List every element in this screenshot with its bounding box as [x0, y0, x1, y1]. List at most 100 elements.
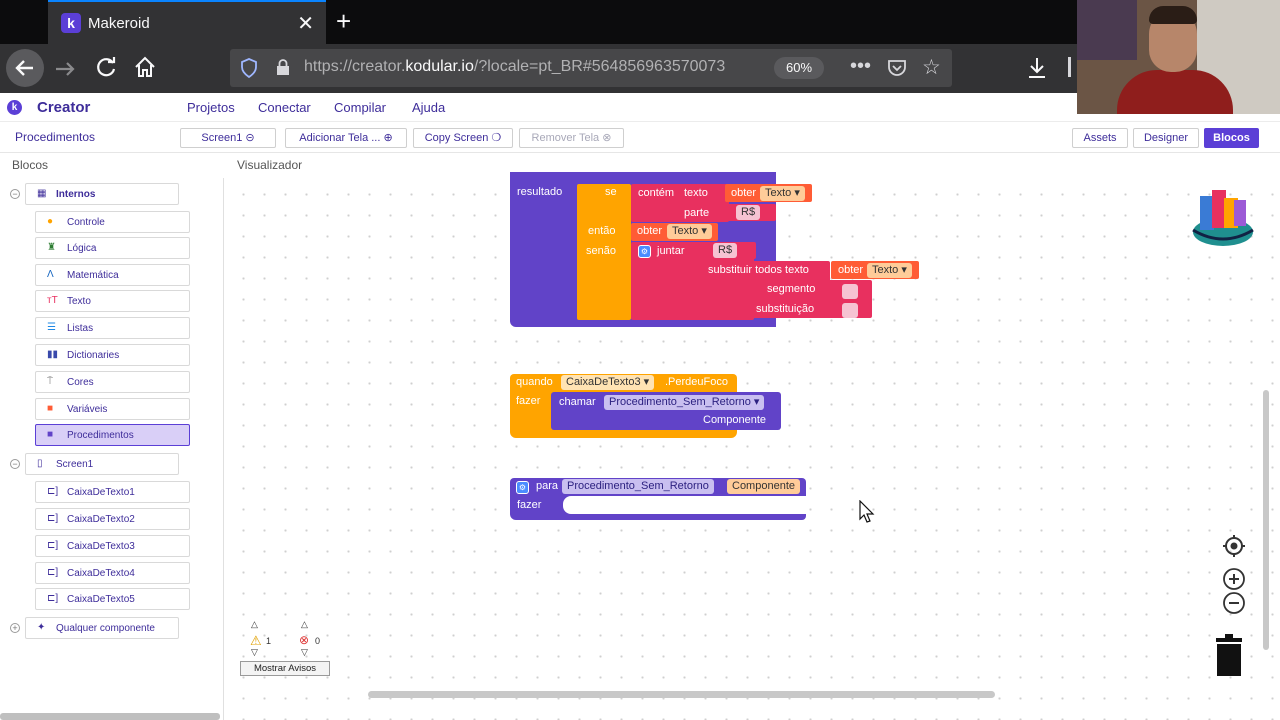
forward-arrow-icon[interactable] [52, 56, 78, 82]
tree-caixadetexto3[interactable]: ⊏] CaixaDeTexto3 [35, 535, 190, 557]
workspace-vertical-scrollbar[interactable] [1263, 390, 1269, 650]
download-icon[interactable] [1026, 56, 1048, 80]
collapse-internos-icon[interactable]: − [10, 189, 20, 199]
tree-variaveis[interactable]: ■ Variáveis [35, 398, 190, 420]
paint-roller-icon: ⍑ [47, 376, 53, 387]
add-screen-button[interactable]: Adicionar Tela ... ⊕ [285, 128, 407, 148]
tree-caixadetexto5[interactable]: ⊏] CaixaDeTexto5 [35, 588, 190, 610]
lock-icon [277, 59, 289, 75]
designer-button[interactable]: Designer [1133, 128, 1199, 148]
show-warnings-button[interactable]: Mostrar Avisos [240, 661, 330, 676]
variable-name-field[interactable]: Texto ▾ [867, 263, 912, 278]
browser-tab[interactable]: k Makeroid ✕ [48, 0, 326, 44]
tree-matematica[interactable]: Λ Matemática [35, 264, 190, 286]
zoom-out-icon[interactable] [1222, 591, 1246, 615]
close-tab-icon[interactable]: ✕ [297, 11, 314, 36]
left-panel-scrollbar[interactable] [0, 713, 220, 720]
math-icon: Λ [47, 269, 54, 280]
variable-name-field[interactable]: Texto ▾ [760, 186, 805, 201]
remove-screen-button[interactable]: Remover Tela ⊗ [519, 128, 624, 148]
assets-button[interactable]: Assets [1072, 128, 1128, 148]
tree-procedimentos[interactable]: ■ Procedimentos [35, 424, 190, 446]
screen-select[interactable]: Screen1 ⊝ [180, 128, 276, 148]
dropdown-icon: ⊝ [245, 132, 255, 144]
parameter-field[interactable]: Componente [727, 479, 800, 494]
bookmark-star-icon[interactable]: ☆ [922, 55, 941, 80]
zoom-in-icon[interactable] [1222, 567, 1246, 591]
workspace-horizontal-scrollbar[interactable] [368, 691, 995, 698]
editor-toolbar: Procedimentos Screen1 ⊝ Adicionar Tela .… [0, 122, 1280, 153]
menu-ajuda[interactable]: Ajuda [412, 100, 445, 115]
reload-icon[interactable] [93, 55, 119, 81]
menu-projetos[interactable]: Projetos [187, 100, 235, 115]
tree-caixadetexto2[interactable]: ⊏] CaixaDeTexto2 [35, 508, 190, 530]
tab-title: Makeroid [88, 15, 150, 32]
textbox-icon: ⊏] [47, 540, 59, 551]
viewer-panel-title: Visualizador [237, 158, 303, 172]
tracking-shield-icon[interactable] [240, 58, 258, 78]
backpack-icon[interactable] [1188, 186, 1258, 250]
new-tab-button[interactable]: + [336, 6, 351, 37]
mutator-gear-icon[interactable]: ⚙ [516, 481, 529, 494]
entao-label: então [588, 225, 616, 237]
back-arrow-icon [15, 60, 33, 76]
procedure-dropdown[interactable]: Procedimento_Sem_Retorno ▾ [604, 395, 765, 410]
menu-compilar[interactable]: Compilar [334, 100, 386, 115]
variable-name-field[interactable]: Texto ▾ [667, 224, 712, 239]
phone-icon: ▯ [37, 458, 43, 469]
collapse-screen1-icon[interactable]: − [10, 459, 20, 469]
warning-prev-arrow-icon[interactable]: △ [251, 619, 258, 630]
kodular-favicon-icon: k [61, 13, 81, 33]
procedure-name-field[interactable]: Procedimento_Sem_Retorno [562, 479, 714, 494]
blocks-button[interactable]: Blocos [1204, 128, 1259, 148]
tree-screen1[interactable]: ▯ Screen1 [25, 453, 179, 475]
tree-dictionaries[interactable]: ▮▮ Dictionaries [35, 344, 190, 366]
zoom-level[interactable]: 60% [774, 57, 824, 79]
tree-texto[interactable]: ᴛT Texto [35, 290, 190, 312]
dictionary-icon: ▮▮ [47, 349, 59, 360]
recenter-icon[interactable] [1223, 535, 1245, 557]
string-field[interactable]: R$ [713, 243, 738, 258]
empty-string-field[interactable] [842, 284, 858, 299]
tree-listas[interactable]: ☰ Listas [35, 317, 190, 339]
se-label: se [605, 186, 617, 198]
expand-any-component-icon[interactable]: + [10, 623, 20, 633]
pocket-icon[interactable] [887, 58, 907, 78]
address-bar[interactable]: https://creator.kodular.io/?locale=pt_BR… [230, 49, 952, 87]
empty-string-field[interactable] [842, 303, 858, 318]
component-dropdown[interactable]: CaixaDeTexto3 ▾ [561, 375, 655, 390]
menu-conectar[interactable]: Conectar [258, 100, 311, 115]
back-button[interactable] [6, 49, 44, 87]
webcam-overlay [1077, 0, 1280, 114]
senao-label: senão [586, 245, 616, 257]
tree-caixadetexto1[interactable]: ⊏] CaixaDeTexto1 [35, 481, 190, 503]
url-text[interactable]: https://creator.kodular.io/?locale=pt_BR… [304, 58, 774, 76]
warning-next-arrow-icon[interactable]: ▽ [251, 647, 258, 658]
copy-screen-button[interactable]: Copy Screen ❍ [413, 128, 513, 148]
add-circle-icon: ⊕ [383, 132, 393, 144]
variable-icon: ■ [47, 403, 54, 414]
textbox-icon: ⊏] [47, 486, 59, 497]
trash-icon[interactable] [1213, 634, 1245, 676]
procedure-icon: ■ [47, 429, 54, 440]
library-icon[interactable] [1068, 57, 1071, 77]
kodular-logo-icon: k [7, 100, 22, 115]
remove-circle-icon: ⊗ [602, 132, 612, 144]
textbox-icon: ⊏] [47, 567, 59, 578]
grid-icon: ▦ [37, 188, 47, 199]
copy-icon: ❍ [491, 132, 502, 144]
home-icon[interactable] [132, 54, 158, 80]
tree-cores[interactable]: ⍑ Cores [35, 371, 190, 393]
error-next-arrow-icon[interactable]: ▽ [301, 647, 308, 658]
tree-controle[interactable]: ● Controle [35, 211, 190, 233]
mutator-gear-icon[interactable]: ⚙ [638, 245, 651, 258]
tree-caixadetexto4[interactable]: ⊏] CaixaDeTexto4 [35, 562, 190, 584]
error-prev-arrow-icon[interactable]: △ [301, 619, 308, 630]
tree-internos[interactable]: ▦ Internos [25, 183, 179, 205]
string-field[interactable]: R$ [736, 205, 761, 220]
tree-any-component[interactable]: ✦ Qualquer componente [25, 617, 179, 639]
page-actions-icon[interactable]: ••• [850, 55, 871, 78]
warning-count: 1 [266, 636, 272, 646]
list-icon: ☰ [47, 322, 56, 333]
tree-logica[interactable]: ♜ Lógica [35, 237, 190, 259]
